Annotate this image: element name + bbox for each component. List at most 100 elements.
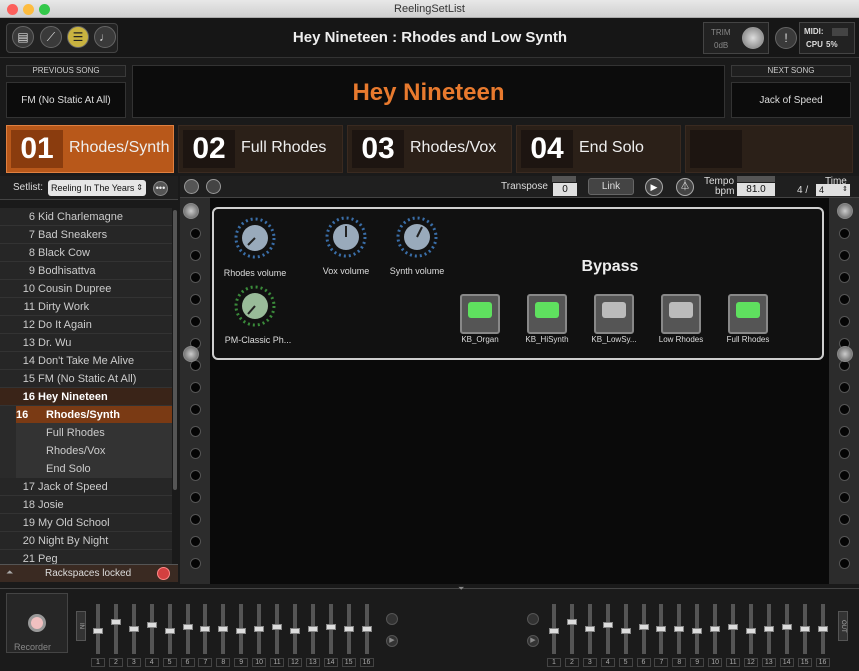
output-fader-cap[interactable]	[728, 623, 738, 630]
rhodes-volume-knob[interactable]	[234, 217, 276, 259]
output-fader-cap[interactable]	[620, 628, 631, 635]
transpose-stepper[interactable]	[552, 176, 576, 182]
play-icon[interactable]: ▶	[645, 178, 663, 196]
output-fader-cap[interactable]	[710, 626, 721, 632]
part-button-empty[interactable]	[685, 125, 853, 173]
input-fader-cap[interactable]	[272, 623, 282, 630]
output-fader-cap[interactable]	[745, 628, 756, 635]
output-fader-cap[interactable]	[692, 628, 703, 635]
setlist-view-icon[interactable]: ☰	[67, 26, 89, 48]
alert-icon[interactable]: !	[775, 27, 797, 49]
input-fader-cap[interactable]	[164, 628, 175, 635]
setlist-item[interactable]: 20 Night By Night	[0, 532, 172, 550]
input-fader-cap[interactable]	[307, 626, 318, 632]
vox-volume-knob[interactable]	[325, 216, 367, 258]
setlist-item[interactable]: 10 Cousin Dupree	[0, 280, 172, 298]
setlist-item[interactable]: 9 Bodhisattva	[0, 262, 172, 280]
scrollbar-thumb[interactable]	[173, 210, 177, 490]
setlist-item[interactable]: 14 Don't Take Me Alive	[0, 352, 172, 370]
metronome-icon[interactable]: ⏃	[676, 178, 694, 196]
close-window-button[interactable]	[7, 4, 18, 15]
input-fader-cap[interactable]	[146, 621, 157, 628]
output-fader-cap[interactable]	[549, 628, 559, 635]
setlist-item[interactable]: 8 Black Cow	[0, 244, 172, 262]
part-button-2[interactable]: 02 Full Rhodes	[178, 125, 343, 173]
output-fader-cap[interactable]	[763, 626, 774, 632]
output-fader[interactable]	[605, 604, 610, 654]
time-signature-select[interactable]: 4 ⇕	[816, 184, 850, 196]
setlist-item[interactable]: 19 My Old School	[0, 514, 172, 532]
setlist-item[interactable]: 21 Peg	[0, 550, 172, 564]
switch-kb-lowsynth[interactable]	[594, 294, 634, 334]
bpm-value[interactable]: 81.0	[737, 183, 775, 196]
next-song-button[interactable]: Jack of Speed	[731, 82, 851, 118]
setlist-scrollbar[interactable]	[172, 208, 178, 564]
setlist-item[interactable]: 16 Rhodes/Synth	[16, 406, 178, 424]
trim-knob[interactable]	[742, 27, 764, 49]
setlist-item[interactable]: 18 Josie	[0, 496, 172, 514]
collapse-icon[interactable]: ⏶	[6, 567, 13, 578]
output-mute-icon[interactable]	[527, 613, 539, 625]
switch-kb-organ[interactable]	[460, 294, 500, 334]
panels-view-icon[interactable]: ▤	[12, 26, 34, 48]
input-fader-cap[interactable]	[361, 626, 372, 632]
phaser-knob[interactable]	[234, 285, 276, 327]
part-button-4[interactable]: 04 End Solo	[516, 125, 681, 173]
output-fader-cap[interactable]	[584, 626, 595, 632]
setlist-item[interactable]: End Solo	[16, 460, 178, 478]
input-fader-cap[interactable]	[236, 628, 247, 635]
minimize-window-button[interactable]	[23, 4, 34, 15]
output-fader-cap[interactable]	[799, 626, 810, 632]
output-play-icon[interactable]: ▶	[527, 635, 539, 647]
output-fader-cap[interactable]	[674, 626, 685, 632]
input-play-icon[interactable]: ▶	[386, 635, 398, 647]
switch-kb-hisynth[interactable]	[527, 294, 567, 334]
link-button[interactable]: Link	[588, 178, 634, 195]
input-fader-cap[interactable]	[343, 626, 354, 632]
zoom-window-button[interactable]	[39, 4, 50, 15]
input-fader-cap[interactable]	[110, 619, 121, 626]
switch-full-rhodes[interactable]	[728, 294, 768, 334]
setlist-select[interactable]: Reeling In The Years ⇕	[48, 180, 146, 196]
input-fader-cap[interactable]	[289, 628, 300, 635]
output-fader-cap[interactable]	[566, 619, 577, 626]
transpose-value[interactable]: 0	[553, 183, 577, 196]
output-fader-cap[interactable]	[638, 623, 649, 630]
record-icon[interactable]	[184, 179, 199, 194]
input-fader-cap[interactable]	[93, 628, 103, 635]
tuner-icon[interactable]: ♩	[94, 26, 116, 48]
input-fader-cap[interactable]	[325, 623, 336, 630]
drag-handle-icon[interactable]: ⏷	[458, 584, 464, 594]
setlist-item[interactable]: 13 Dr. Wu	[0, 334, 172, 352]
output-fader-cap[interactable]	[781, 623, 792, 630]
input-fader-cap[interactable]	[254, 626, 265, 632]
output-fader[interactable]	[569, 604, 574, 654]
part-button-3[interactable]: 03 Rhodes/Vox	[347, 125, 512, 173]
lock-icon[interactable]	[157, 567, 170, 580]
setlist-item[interactable]: 11 Dirty Work	[0, 298, 172, 316]
output-fader-cap[interactable]	[817, 626, 828, 632]
input-fader[interactable]	[113, 604, 118, 654]
previous-song-button[interactable]: FM (No Static At All)	[6, 82, 126, 118]
setlist-item[interactable]: 17 Jack of Speed	[0, 478, 172, 496]
input-fader-cap[interactable]	[200, 626, 211, 632]
synth-volume-knob[interactable]	[396, 216, 438, 258]
more-options-icon[interactable]: •••	[153, 181, 168, 196]
output-fader-cap[interactable]	[656, 626, 667, 632]
input-fader-cap[interactable]	[128, 626, 139, 632]
part-button-1[interactable]: 01 Rhodes/Synth	[6, 125, 174, 173]
setlist-item[interactable]: 16 Hey Nineteen	[0, 388, 172, 406]
input-fader-cap[interactable]	[218, 626, 229, 632]
setlist-item[interactable]: Full Rhodes	[16, 424, 178, 442]
bpm-stepper[interactable]	[737, 176, 775, 182]
setlist-item[interactable]: 6 Kid Charlemagne	[0, 208, 172, 226]
setlist-item[interactable]: 7 Bad Sneakers	[0, 226, 172, 244]
setlist-item[interactable]: 12 Do It Again	[0, 316, 172, 334]
wiring-view-icon[interactable]: ⟋	[40, 26, 62, 48]
setlist-item[interactable]: Rhodes/Vox	[16, 442, 178, 460]
input-fader-cap[interactable]	[182, 623, 193, 630]
switch-low-rhodes[interactable]	[661, 294, 701, 334]
stop-icon[interactable]	[206, 179, 221, 194]
input-fader[interactable]	[149, 604, 154, 654]
output-fader-cap[interactable]	[602, 621, 613, 628]
